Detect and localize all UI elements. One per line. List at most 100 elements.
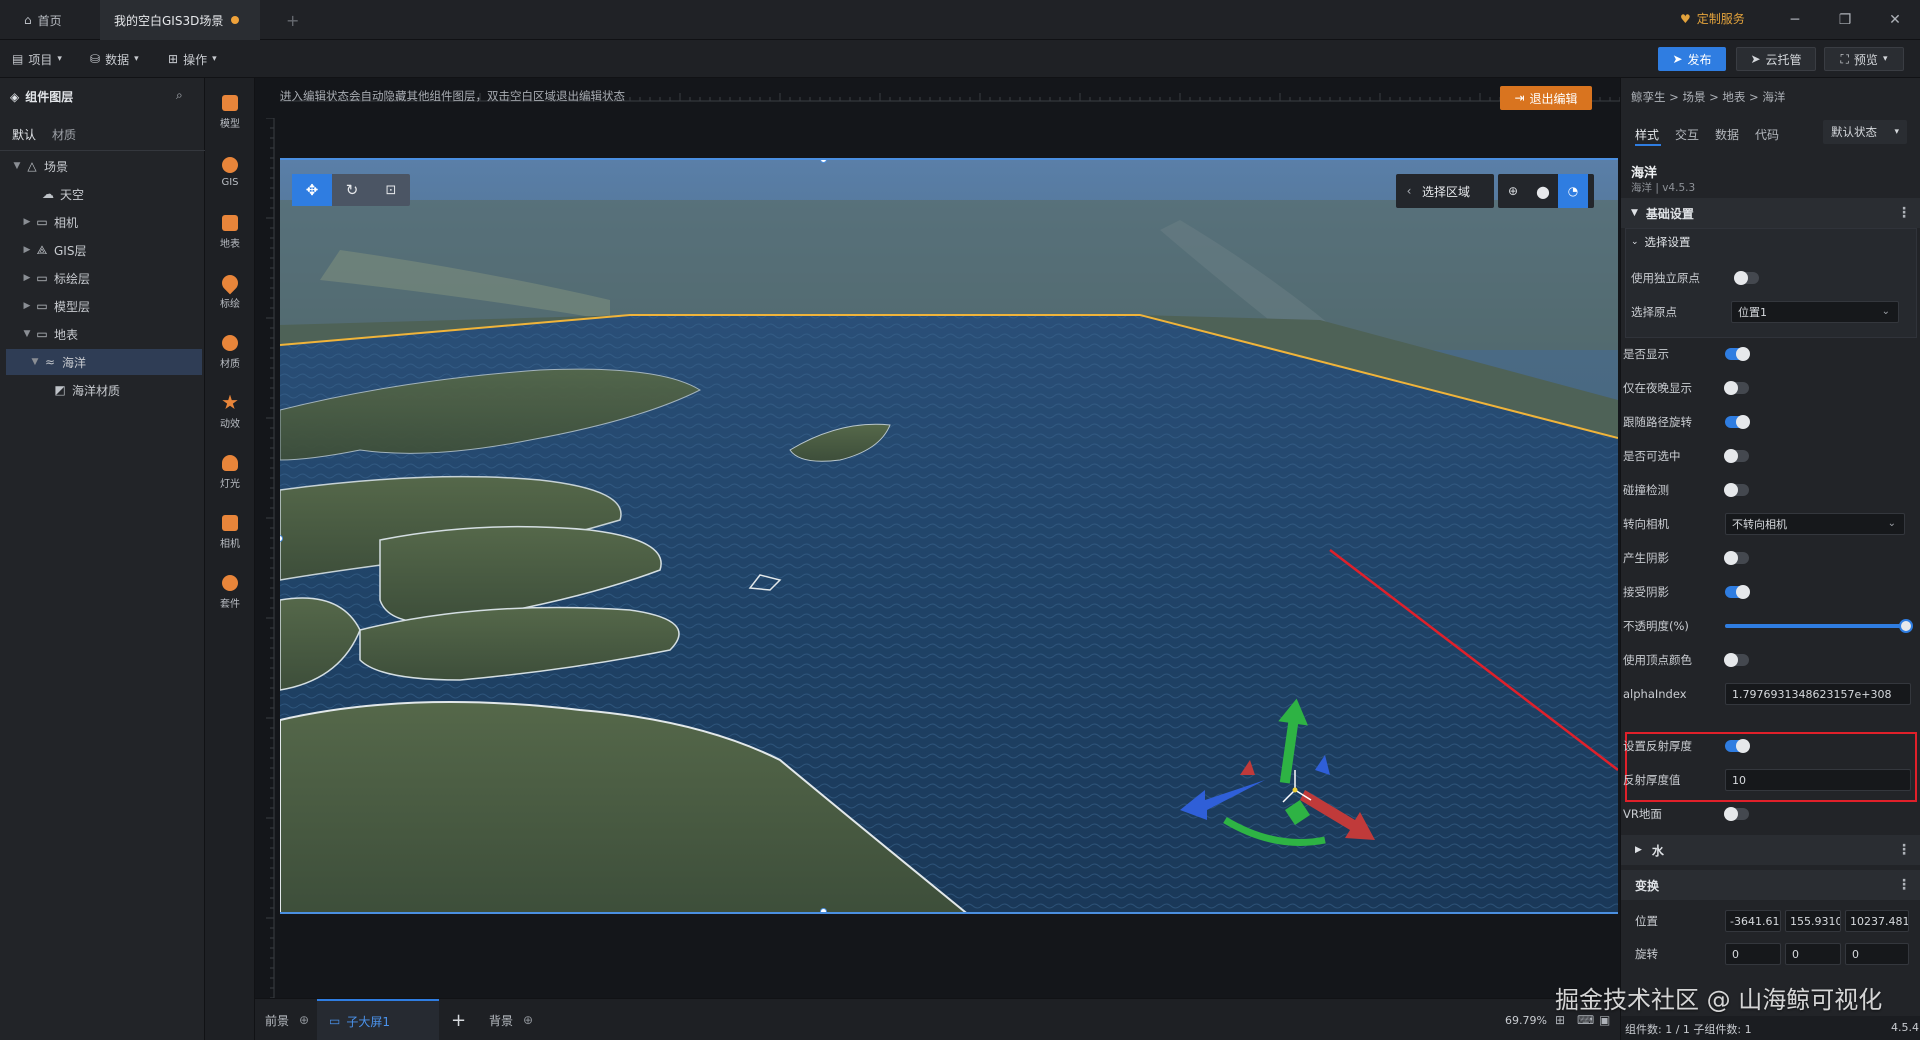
move-icon[interactable]: ✥: [292, 174, 332, 206]
tab-interaction[interactable]: 交互: [1675, 126, 1699, 143]
publish-button[interactable]: ➤ 发布: [1658, 47, 1726, 71]
alpha-index-input[interactable]: 1.7976931348623157e+308: [1725, 683, 1911, 705]
screen-tab[interactable]: ▭ 子大屏1: [317, 999, 439, 1040]
tool-effect[interactable]: 动效: [205, 384, 255, 440]
state-select[interactable]: 默认状态 ▾: [1823, 120, 1907, 144]
rotation-z-input[interactable]: 0: [1845, 943, 1909, 965]
water-section[interactable]: ▶ 水 ⋮: [1621, 835, 1920, 865]
rotate-icon[interactable]: ↻: [332, 174, 372, 206]
add-circle-icon[interactable]: ⊕: [523, 1013, 533, 1027]
tool-material[interactable]: 材质: [205, 324, 255, 380]
folder-icon: ▭: [36, 215, 48, 229]
folder-icon: ▭: [36, 271, 48, 285]
resize-handle[interactable]: [820, 908, 827, 912]
tree-item-ocean[interactable]: ▼ ≈ 海洋: [6, 349, 202, 375]
reflect-thickness-input[interactable]: 10: [1725, 769, 1911, 791]
rotation-x-input[interactable]: 0: [1725, 943, 1781, 965]
monitor-icon: ▭: [329, 1014, 341, 1028]
sphere-icon[interactable]: ●: [1528, 174, 1558, 208]
search-icon[interactable]: ⌕: [176, 88, 183, 103]
opacity-slider-thumb[interactable]: [1899, 619, 1913, 633]
basic-settings-section[interactable]: ▼ 基础设置 ⋮: [1621, 198, 1920, 228]
tree-item-sky[interactable]: ☁ 天空: [0, 181, 200, 207]
tab-data[interactable]: 数据: [1715, 126, 1739, 143]
chevron-down-icon: ▾: [134, 54, 139, 64]
minimize-icon[interactable]: ─: [1780, 8, 1810, 32]
row-label: 碰撞检测: [1623, 483, 1669, 497]
foreground-tab[interactable]: 前景 ⊕: [265, 999, 309, 1040]
more-icon[interactable]: ⋮: [1897, 205, 1911, 221]
new-tab-button[interactable]: +: [272, 0, 313, 40]
chevron-down-icon: ▾: [57, 54, 62, 64]
publish-label: 发布: [1687, 52, 1712, 67]
night-only-toggle[interactable]: [1724, 381, 1749, 395]
cloud-icon: ➤: [1750, 52, 1761, 66]
add-screen-button[interactable]: +: [451, 999, 466, 1040]
menu-project[interactable]: ▤ 项目 ▾: [12, 48, 62, 70]
tool-gis[interactable]: GIS: [205, 144, 255, 200]
tool-plot[interactable]: 标绘: [205, 264, 255, 320]
screen-tab-label: 子大屏1: [346, 1014, 390, 1029]
row-label: alphaIndex: [1623, 687, 1687, 701]
globe-icon[interactable]: ⊕: [1498, 174, 1528, 208]
tool-light[interactable]: 灯光: [205, 444, 255, 500]
menu-data[interactable]: ⛁ 数据 ▾: [90, 48, 139, 70]
select-origin-dropdown[interactable]: 位置1 ⌄: [1731, 301, 1899, 323]
independent-origin-toggle[interactable]: [1734, 271, 1759, 285]
position-x-input[interactable]: -3641.612;: [1725, 910, 1781, 932]
visible-toggle[interactable]: [1725, 347, 1750, 361]
tool-surface[interactable]: 地表: [205, 204, 255, 260]
row-selectable: 是否可选中: [1621, 442, 1920, 470]
select-area-button[interactable]: ‹ 选择区域: [1396, 174, 1494, 208]
tab-material[interactable]: 材质: [52, 126, 76, 143]
orbit-icon[interactable]: ◔: [1558, 174, 1588, 208]
tree-item-gis[interactable]: ▶ ⟁ GIS层: [0, 237, 200, 263]
receive-shadow-toggle[interactable]: [1725, 585, 1750, 599]
tab-style[interactable]: 样式: [1635, 126, 1659, 143]
grid-icon: ⊞: [168, 52, 179, 66]
restore-icon[interactable]: ❐: [1830, 8, 1860, 32]
vr-ground-toggle[interactable]: [1724, 807, 1749, 821]
row-vertex-color: 使用顶点颜色: [1621, 646, 1920, 674]
tool-model[interactable]: 模型: [205, 84, 255, 140]
background-tab[interactable]: 背景 ⊕: [489, 999, 533, 1040]
tool-camera[interactable]: 相机: [205, 504, 255, 560]
tab-home[interactable]: ⌂ 首页: [10, 0, 76, 40]
close-icon[interactable]: ✕: [1880, 8, 1910, 32]
position-z-input[interactable]: 10237.481: [1845, 910, 1909, 932]
tab-code[interactable]: 代码: [1755, 126, 1779, 143]
collision-toggle[interactable]: [1724, 483, 1749, 497]
scene-viewport[interactable]: ✥ ↻ ⊡ ‹ 选择区域 ⊕ ● ◔: [280, 158, 1618, 914]
tree-item-scene[interactable]: ▼ △ 场景: [0, 153, 200, 179]
add-circle-icon[interactable]: ⊕: [299, 1013, 309, 1027]
position-y-input[interactable]: 155.93109: [1785, 910, 1841, 932]
exit-edit-button[interactable]: ⇥ 退出编辑: [1500, 86, 1592, 110]
selectable-toggle[interactable]: [1724, 449, 1749, 463]
reflect-thickness-toggle[interactable]: [1725, 739, 1750, 753]
tree-item-ocean-material[interactable]: ◩ 海洋材质: [0, 377, 200, 403]
cloud-hosting-button[interactable]: ➤ 云托管: [1736, 47, 1816, 71]
tree-item-surface[interactable]: ▼ ▭ 地表: [0, 321, 200, 347]
rotation-y-input[interactable]: 0: [1785, 943, 1841, 965]
custom-service-button[interactable]: ♥ 定制服务: [1680, 10, 1745, 27]
toggle-knob: [1736, 347, 1750, 361]
more-icon[interactable]: ⋮: [1897, 877, 1911, 893]
tree-item-plot[interactable]: ▶ ▭ 标绘层: [0, 265, 200, 291]
cast-shadow-toggle[interactable]: [1724, 551, 1749, 565]
transform-section[interactable]: 变换 ⋮: [1621, 870, 1920, 900]
scale-icon[interactable]: ⊡: [372, 174, 410, 206]
preview-button[interactable]: ⛶ 预览 ▾: [1824, 47, 1904, 71]
face-camera-dropdown[interactable]: 不转向相机 ⌄: [1725, 513, 1905, 535]
tree-item-model[interactable]: ▶ ▭ 模型层: [0, 293, 200, 319]
menu-operate[interactable]: ⊞ 操作 ▾: [168, 48, 217, 70]
left-ruler: [266, 118, 275, 998]
tool-kit[interactable]: 套件: [205, 564, 255, 620]
tree-item-camera[interactable]: ▶ ▭ 相机: [0, 209, 200, 235]
tab-scene[interactable]: 我的空白GIS3D场景: [100, 0, 260, 40]
more-icon[interactable]: ⋮: [1897, 842, 1911, 858]
opacity-slider[interactable]: [1725, 619, 1913, 633]
follow-path-toggle[interactable]: [1725, 415, 1750, 429]
vertex-color-toggle[interactable]: [1724, 653, 1749, 667]
select-settings-header[interactable]: ⌄ 选择设置: [1631, 234, 1691, 250]
tab-default[interactable]: 默认: [12, 126, 36, 143]
